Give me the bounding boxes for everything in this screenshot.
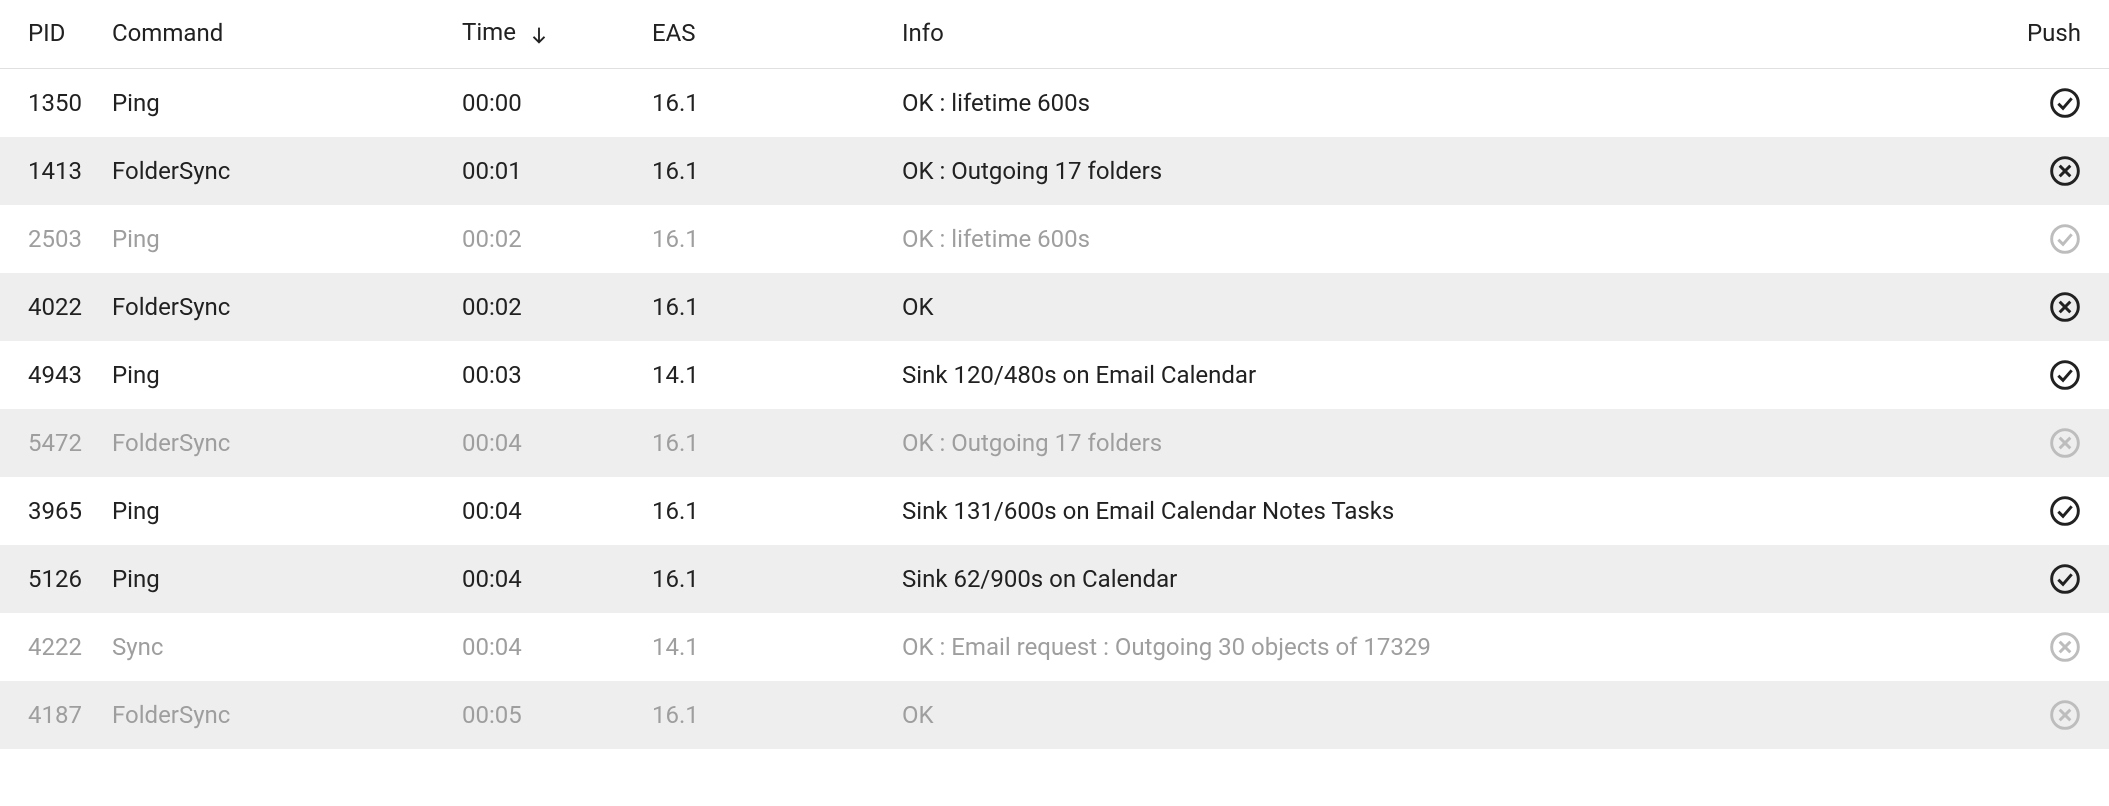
- cell-pid: 5126: [0, 545, 100, 613]
- table-row[interactable]: 4022FolderSync00:0216.1OK: [0, 273, 2109, 341]
- cell-time: 00:04: [450, 409, 640, 477]
- cell-info: Sink 131/600s on Email Calendar Notes Ta…: [890, 477, 1999, 545]
- col-header-pid[interactable]: PID: [0, 0, 100, 68]
- cell-info: OK : lifetime 600s: [890, 205, 1999, 273]
- col-header-time-label: Time: [462, 18, 516, 46]
- table-row[interactable]: 5126Ping00:0416.1Sink 62/900s on Calenda…: [0, 545, 2109, 613]
- cell-eas: 16.1: [640, 545, 890, 613]
- cell-command: Ping: [100, 477, 450, 545]
- cell-push: [1999, 273, 2109, 341]
- cell-command: Ping: [100, 545, 450, 613]
- cell-info: Sink 120/480s on Email Calendar: [890, 341, 1999, 409]
- cell-info: OK : Email request : Outgoing 30 objects…: [890, 613, 1999, 681]
- cell-eas: 16.1: [640, 205, 890, 273]
- cell-pid: 1350: [0, 68, 100, 137]
- cell-push: [1999, 409, 2109, 477]
- table-row[interactable]: 1350Ping00:0016.1OK : lifetime 600s: [0, 68, 2109, 137]
- col-header-time[interactable]: Time: [450, 0, 640, 68]
- table-row[interactable]: 5472FolderSync00:0416.1OK : Outgoing 17 …: [0, 409, 2109, 477]
- cell-eas: 16.1: [640, 409, 890, 477]
- cell-time: 00:00: [450, 68, 640, 137]
- cell-info: Sink 62/900s on Calendar: [890, 545, 1999, 613]
- cell-eas: 16.1: [640, 137, 890, 205]
- cell-info: OK : Outgoing 17 folders: [890, 137, 1999, 205]
- table-row[interactable]: 4943Ping00:0314.1Sink 120/480s on Email …: [0, 341, 2109, 409]
- cell-command: FolderSync: [100, 273, 450, 341]
- cell-info: OK : Outgoing 17 folders: [890, 409, 1999, 477]
- cell-eas: 14.1: [640, 341, 890, 409]
- cell-info: OK: [890, 273, 1999, 341]
- check-circle-icon: [2049, 495, 2081, 523]
- cell-time: 00:05: [450, 681, 640, 749]
- cross-circle-icon: [2049, 631, 2081, 659]
- check-circle-icon: [2049, 223, 2081, 251]
- cell-pid: 5472: [0, 409, 100, 477]
- eas-log-table: PID Command Time EAS Info Push 1350Ping0…: [0, 0, 2109, 749]
- cell-pid: 1413: [0, 137, 100, 205]
- col-header-eas[interactable]: EAS: [640, 0, 890, 68]
- table-row[interactable]: 4187FolderSync00:0516.1OK: [0, 681, 2109, 749]
- cell-time: 00:04: [450, 477, 640, 545]
- cross-circle-icon: [2049, 291, 2081, 319]
- cross-circle-icon: [2049, 155, 2081, 183]
- cell-pid: 4943: [0, 341, 100, 409]
- cell-command: Ping: [100, 341, 450, 409]
- col-header-push[interactable]: Push: [1999, 0, 2109, 68]
- cell-push: [1999, 613, 2109, 681]
- table-row[interactable]: 3965Ping00:0416.1Sink 131/600s on Email …: [0, 477, 2109, 545]
- cell-pid: 4187: [0, 681, 100, 749]
- cell-info: OK: [890, 681, 1999, 749]
- table-row[interactable]: 1413FolderSync00:0116.1OK : Outgoing 17 …: [0, 137, 2109, 205]
- cell-pid: 4222: [0, 613, 100, 681]
- cell-eas: 16.1: [640, 68, 890, 137]
- cell-time: 00:04: [450, 613, 640, 681]
- cell-command: FolderSync: [100, 409, 450, 477]
- table-row[interactable]: 2503Ping00:0216.1OK : lifetime 600s: [0, 205, 2109, 273]
- cell-command: Ping: [100, 68, 450, 137]
- cell-time: 00:02: [450, 273, 640, 341]
- cell-push: [1999, 477, 2109, 545]
- cell-push: [1999, 205, 2109, 273]
- col-header-command[interactable]: Command: [100, 0, 450, 68]
- cell-time: 00:03: [450, 341, 640, 409]
- cell-pid: 3965: [0, 477, 100, 545]
- table-header-row: PID Command Time EAS Info Push: [0, 0, 2109, 68]
- cell-command: FolderSync: [100, 681, 450, 749]
- cell-time: 00:04: [450, 545, 640, 613]
- cell-push: [1999, 681, 2109, 749]
- cross-circle-icon: [2049, 427, 2081, 455]
- cell-push: [1999, 68, 2109, 137]
- check-circle-icon: [2049, 563, 2081, 591]
- cell-command: Sync: [100, 613, 450, 681]
- cell-command: FolderSync: [100, 137, 450, 205]
- cell-eas: 16.1: [640, 681, 890, 749]
- cell-time: 00:02: [450, 205, 640, 273]
- cross-circle-icon: [2049, 699, 2081, 727]
- cell-push: [1999, 341, 2109, 409]
- col-header-info[interactable]: Info: [890, 0, 1999, 68]
- cell-push: [1999, 137, 2109, 205]
- cell-eas: 16.1: [640, 477, 890, 545]
- cell-pid: 4022: [0, 273, 100, 341]
- check-circle-icon: [2049, 359, 2081, 387]
- cell-command: Ping: [100, 205, 450, 273]
- table-row[interactable]: 4222Sync00:0414.1OK : Email request : Ou…: [0, 613, 2109, 681]
- cell-time: 00:01: [450, 137, 640, 205]
- cell-pid: 2503: [0, 205, 100, 273]
- cell-push: [1999, 545, 2109, 613]
- cell-info: OK : lifetime 600s: [890, 68, 1999, 137]
- check-circle-icon: [2049, 87, 2081, 115]
- sort-arrow-down-icon: [528, 20, 550, 48]
- cell-eas: 14.1: [640, 613, 890, 681]
- cell-eas: 16.1: [640, 273, 890, 341]
